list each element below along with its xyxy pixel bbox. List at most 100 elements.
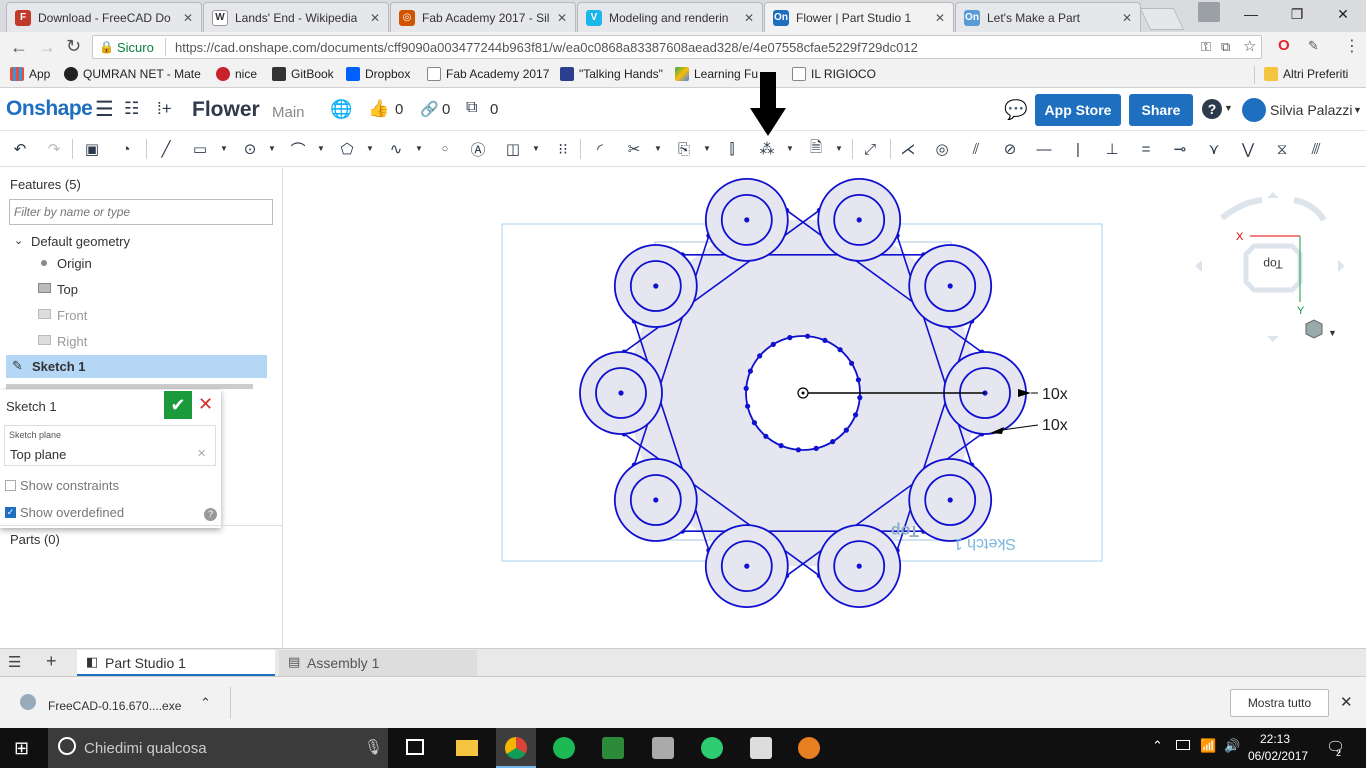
left-arrow[interactable] xyxy=(1195,260,1202,272)
sketch-point[interactable] xyxy=(770,341,776,347)
parallel-icon[interactable]: ⫽ xyxy=(964,137,988,161)
symmetric-icon[interactable]: ⧖ xyxy=(1270,137,1294,161)
circular-pattern-icon[interactable]: ⁂ xyxy=(755,137,779,161)
download-filename[interactable]: FreeCAD-0.16.670....exe xyxy=(48,699,181,713)
browser-tab[interactable]: V Modeling and renderin ✕ xyxy=(577,2,763,32)
feature-item-front[interactable]: Front xyxy=(57,308,87,323)
microphone-icon[interactable]: 🎙 xyxy=(364,738,383,756)
app-store-button[interactable]: App Store xyxy=(1035,94,1121,126)
pierce-icon[interactable]: ⋁ xyxy=(1236,137,1260,161)
sketch-plane-field[interactable]: Sketch plane Top plane ✕ xyxy=(4,425,216,466)
concentric-icon[interactable]: ◎ xyxy=(930,137,954,161)
bookmark-item[interactable]: "Talking Hands" xyxy=(560,67,663,81)
help-icon[interactable]: ? xyxy=(1202,99,1222,119)
sketch-point[interactable] xyxy=(813,445,819,451)
browser-tab-active[interactable]: On Flower | Part Studio 1 ✕ xyxy=(764,2,954,32)
url-text[interactable]: https://cad.onshape.com/documents/cff909… xyxy=(175,40,918,55)
chevron-down-icon[interactable]: ▼ xyxy=(366,144,374,153)
text-icon[interactable]: Ⓐ xyxy=(466,137,490,161)
tab-part-studio[interactable]: ◧ Part Studio 1 xyxy=(77,650,275,676)
comment-icon[interactable]: 💬 xyxy=(1004,98,1028,122)
back-icon[interactable]: ← xyxy=(10,37,28,58)
dimension-icon[interactable]: ⤢ xyxy=(858,137,882,161)
bookmark-item[interactable]: Dropbox xyxy=(346,67,410,81)
bookmark-item[interactable]: Fab Academy 2017 xyxy=(427,67,549,81)
bookmark-item[interactable]: Learning Fu xyxy=(675,67,758,81)
perpendicular-icon[interactable]: ⊥ xyxy=(1100,137,1124,161)
petal-center-point[interactable] xyxy=(744,217,750,223)
browser-tab[interactable]: ◎ Fab Academy 2017 - Sil ✕ xyxy=(390,2,576,32)
evernote-icon[interactable] xyxy=(602,737,624,759)
point-icon[interactable]: ○ xyxy=(433,137,457,161)
tab-manager-icon[interactable]: ☰ xyxy=(8,653,21,671)
sketch-point[interactable] xyxy=(849,360,855,366)
undo-icon[interactable]: ↶ xyxy=(8,137,32,161)
onshape-logo[interactable]: Onshape xyxy=(6,97,93,121)
petal-center-point[interactable] xyxy=(618,390,624,396)
chrome-taskbar-button[interactable] xyxy=(496,728,536,768)
chevron-down-icon[interactable]: ⌄ xyxy=(14,234,23,247)
feature-item-top[interactable]: Top xyxy=(57,282,78,297)
file-explorer-icon[interactable] xyxy=(456,740,478,756)
horizontal-icon[interactable]: — xyxy=(1032,137,1056,161)
avatar[interactable] xyxy=(1242,98,1266,122)
show-overdefined-checkbox[interactable]: ✓ xyxy=(5,507,16,518)
app-icon[interactable] xyxy=(652,737,674,759)
menu-icon[interactable]: ⋮ xyxy=(1344,36,1360,56)
spotify-icon[interactable] xyxy=(553,737,575,759)
like-icon[interactable]: 👍 xyxy=(368,99,389,119)
chevron-down-icon[interactable]: ▼ xyxy=(786,144,794,153)
sketch-point[interactable] xyxy=(745,403,751,409)
fix-icon[interactable]: ⫻ xyxy=(1304,137,1328,161)
help-icon[interactable]: ? xyxy=(204,508,217,521)
rotate-arrow[interactable] xyxy=(1293,197,1327,222)
sketch-point[interactable] xyxy=(857,395,863,401)
branch-label[interactable]: Main xyxy=(272,104,305,121)
user-name[interactable]: Silvia Palazzi xyxy=(1270,102,1352,118)
chevron-down-icon[interactable]: ▼ xyxy=(317,144,325,153)
sketch-point[interactable] xyxy=(751,420,757,426)
vertical-icon[interactable]: | xyxy=(1066,137,1090,161)
construction-icon[interactable]: ◫ xyxy=(501,137,525,161)
close-icon[interactable]: ✕ xyxy=(557,11,567,25)
sketch-point[interactable] xyxy=(830,439,836,445)
petal-center-point[interactable] xyxy=(856,217,862,223)
petal-center-point[interactable] xyxy=(947,283,953,289)
close-icon[interactable]: ✕ xyxy=(370,11,380,25)
paint-icon[interactable] xyxy=(798,737,820,759)
graphics-canvas[interactable]: Sketch 1 Top 10x 10x X Y Top ▼ xyxy=(284,168,1366,648)
up-arrow[interactable] xyxy=(1267,192,1279,198)
polygon-icon[interactable]: ⬠ xyxy=(335,137,359,161)
new-tab-button[interactable] xyxy=(1139,8,1185,30)
bookmark-item[interactable]: IL RIGIOCO xyxy=(792,67,876,81)
app-icon[interactable] xyxy=(750,737,772,759)
close-icon[interactable]: ✕ xyxy=(935,11,945,25)
reload-icon[interactable]: ↻ xyxy=(66,36,81,57)
fillet-icon[interactable]: ◜ xyxy=(588,137,612,161)
feature-item-sketch[interactable]: ✎ Sketch 1 xyxy=(6,355,267,378)
trim-icon[interactable]: ✂ xyxy=(622,137,646,161)
minimize-icon[interactable]: — xyxy=(1228,0,1274,30)
petal-center-point[interactable] xyxy=(947,497,953,503)
close-icon[interactable]: ✕ xyxy=(744,11,754,25)
add-tab-icon[interactable]: + xyxy=(46,651,57,672)
sketch-point[interactable] xyxy=(747,368,753,374)
view-cube[interactable]: X Y Top ▼ xyxy=(1192,190,1356,350)
chevron-down-icon[interactable]: ▼ xyxy=(220,144,228,153)
browser-tab[interactable]: F Download - FreeCAD Do ✕ xyxy=(6,2,202,32)
accept-button[interactable]: ✔ xyxy=(164,391,192,419)
insert-icon[interactable]: ⁞+ xyxy=(157,99,172,119)
petal-center-point[interactable] xyxy=(856,563,862,569)
link-icon[interactable]: 🔗 xyxy=(420,100,439,118)
browser-tab[interactable]: On Let's Make a Part ✕ xyxy=(955,2,1141,32)
petal-center-point[interactable] xyxy=(653,283,659,289)
extension-icon[interactable]: ✎ xyxy=(1308,38,1319,54)
petal-center-point[interactable] xyxy=(653,497,659,503)
view-mode-icon[interactable] xyxy=(1305,319,1323,339)
share-button[interactable]: Share xyxy=(1129,94,1193,126)
rotate-arrow[interactable] xyxy=(1220,197,1263,221)
search-box[interactable]: Chiedimi qualcosa 🎙 xyxy=(48,728,388,768)
volume-icon[interactable]: 🔊 xyxy=(1224,738,1240,754)
forward-icon[interactable]: → xyxy=(38,37,56,58)
battery-icon[interactable] xyxy=(1176,740,1190,750)
